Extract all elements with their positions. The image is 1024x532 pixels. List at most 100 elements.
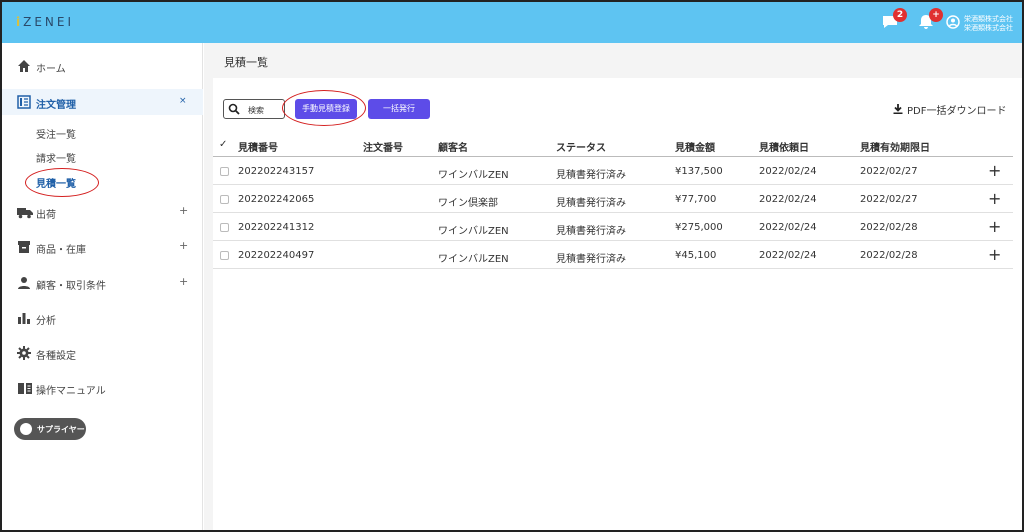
- status: 見積書発行済み: [556, 226, 626, 237]
- sidebar-item-shipping[interactable]: 出荷 +: [2, 199, 203, 225]
- expand-icon[interactable]: +: [179, 239, 188, 252]
- status: 見積書発行済み: [556, 170, 626, 181]
- table-row[interactable]: 202202241312 ワインバルZEN 見積書発行済み ¥275,000 2…: [213, 213, 1013, 241]
- order-icon: [17, 95, 31, 109]
- expiry-date: 2022/02/28: [860, 222, 918, 233]
- customer-name: ワインバルZEN: [438, 254, 509, 265]
- sidebar-item-manual[interactable]: 操作マニュアル: [2, 375, 203, 401]
- quote-number[interactable]: 202202243157: [238, 166, 314, 177]
- row-checkbox[interactable]: [220, 195, 229, 204]
- row-checkbox[interactable]: [220, 251, 229, 260]
- status: 見積書発行済み: [556, 198, 626, 209]
- search-label: 検索: [248, 106, 264, 115]
- quote-list-card: 検索 手動見積登録 一括発行 PDF一括ダウンロード ✓ 見積番号 注文番号 顧…: [213, 78, 1022, 530]
- pdf-bulk-download-link[interactable]: PDF一括ダウンロード: [893, 102, 1006, 117]
- table-row[interactable]: 202202242065 ワイン倶楽部 見積書発行済み ¥77,700 2022…: [213, 185, 1013, 213]
- expand-row-icon[interactable]: +: [988, 189, 1001, 208]
- column-header-expiry-date: 見積有効期限日: [860, 143, 930, 154]
- app-window: iZENEI 2 + 栄酒類株式会社 栄酒類株式会社 ホーム 注文管理 × 受注…: [0, 0, 1024, 532]
- request-date: 2022/02/24: [759, 194, 817, 205]
- main-content: 見積一覧 検索 手動見積登録 一括発行 PDF一括ダウンロード ✓ 見積番号 注…: [204, 43, 1022, 530]
- message-count-badge: 2: [893, 8, 907, 22]
- customer-name: ワインバルZEN: [438, 170, 509, 181]
- search-icon: [228, 103, 240, 115]
- quote-number[interactable]: 202202240497: [238, 250, 314, 261]
- request-date: 2022/02/24: [759, 250, 817, 261]
- sidebar-item-analytics[interactable]: 分析: [2, 305, 203, 331]
- expand-row-icon[interactable]: +: [988, 245, 1001, 264]
- expiry-date: 2022/02/27: [860, 194, 918, 205]
- row-checkbox[interactable]: [220, 223, 229, 232]
- company-line-2: 栄酒類株式会社: [964, 24, 1013, 32]
- sidebar-subitem-quotes[interactable]: 見積一覧: [36, 175, 76, 190]
- sidebar-item-label: 出荷: [36, 210, 56, 221]
- inventory-icon: [17, 240, 31, 254]
- amount: ¥137,500: [675, 166, 723, 177]
- request-date: 2022/02/24: [759, 222, 817, 233]
- expand-icon[interactable]: +: [179, 275, 188, 288]
- sidebar-item-label: ホーム: [36, 64, 66, 75]
- customer-name: ワイン倶楽部: [438, 198, 498, 209]
- supplier-label: サプライヤー: [37, 424, 85, 434]
- top-bar: iZENEI 2 + 栄酒類株式会社 栄酒類株式会社: [2, 2, 1022, 43]
- person-icon: [17, 276, 31, 290]
- gear-icon: [17, 346, 31, 360]
- column-header-status: ステータス: [556, 143, 606, 154]
- expand-row-icon[interactable]: +: [988, 217, 1001, 236]
- quote-number[interactable]: 202202242065: [238, 194, 314, 205]
- download-icon: [893, 104, 903, 117]
- logo[interactable]: iZENEI: [16, 15, 74, 29]
- page-title: 見積一覧: [224, 56, 268, 69]
- collapse-icon[interactable]: ×: [179, 96, 187, 106]
- column-header-request-date: 見積依頼日: [759, 143, 809, 154]
- sidebar-item-order-management[interactable]: 注文管理 ×: [2, 89, 203, 115]
- table-row[interactable]: 202202240497 ワインバルZEN 見積書発行済み ¥45,100 20…: [213, 241, 1013, 269]
- column-header-customer: 顧客名: [438, 143, 468, 154]
- column-header-amount: 見積金額: [675, 143, 715, 154]
- sidebar-subitem-received-orders[interactable]: 受注一覧: [36, 126, 76, 141]
- expiry-date: 2022/02/27: [860, 166, 918, 177]
- company-line-1: 栄酒類株式会社: [964, 15, 1013, 23]
- sidebar-item-label: 各種設定: [36, 351, 76, 362]
- status: 見積書発行済み: [556, 254, 626, 265]
- batch-issue-button[interactable]: 一括発行: [368, 99, 430, 119]
- sidebar-item-label: 分析: [36, 316, 56, 327]
- column-header-order-number: 注文番号: [363, 143, 403, 154]
- sidebar-item-products-inventory[interactable]: 商品・在庫 +: [2, 234, 203, 260]
- table-row[interactable]: 202202243157 ワインバルZEN 見積書発行済み ¥137,500 2…: [213, 157, 1013, 185]
- book-icon: [17, 381, 32, 395]
- company-name: 栄酒類株式会社 栄酒類株式会社: [964, 15, 1013, 33]
- sidebar-subitem-invoices[interactable]: 請求一覧: [36, 150, 76, 165]
- amount: ¥77,700: [675, 194, 717, 205]
- column-header-quote-number: 見積番号: [238, 143, 278, 154]
- sidebar-item-home[interactable]: ホーム: [2, 53, 203, 79]
- pdf-download-label: PDF一括ダウンロード: [907, 106, 1007, 117]
- sidebar-item-label: 顧客・取引条件: [36, 281, 106, 292]
- home-icon: [17, 59, 31, 73]
- truck-icon: [17, 205, 33, 219]
- account-icon[interactable]: [946, 15, 960, 29]
- manual-quote-register-button[interactable]: 手動見積登録: [295, 99, 357, 119]
- select-all-checkmark[interactable]: ✓: [219, 139, 227, 150]
- customer-name: ワインバルZEN: [438, 226, 509, 237]
- amount: ¥45,100: [675, 250, 717, 261]
- bell-icon[interactable]: +: [917, 8, 943, 30]
- supplier-switch-button[interactable]: サプライヤー: [14, 418, 86, 440]
- sidebar-item-label: 注文管理: [36, 100, 76, 111]
- amount: ¥275,000: [675, 222, 723, 233]
- expiry-date: 2022/02/28: [860, 250, 918, 261]
- row-checkbox[interactable]: [220, 167, 229, 176]
- search-button[interactable]: 検索: [223, 99, 285, 119]
- alert-count-badge: +: [929, 8, 943, 22]
- switch-icon: [20, 423, 32, 435]
- expand-row-icon[interactable]: +: [988, 161, 1001, 180]
- chart-icon: [17, 311, 31, 325]
- message-icon[interactable]: 2: [881, 8, 907, 30]
- sidebar-item-customers-terms[interactable]: 顧客・取引条件 +: [2, 270, 203, 296]
- quote-number[interactable]: 202202241312: [238, 222, 314, 233]
- expand-icon[interactable]: +: [179, 204, 188, 217]
- request-date: 2022/02/24: [759, 166, 817, 177]
- sidebar-item-label: 商品・在庫: [36, 245, 86, 256]
- sidebar-item-settings[interactable]: 各種設定: [2, 340, 203, 366]
- sidebar-item-label: 操作マニュアル: [36, 386, 106, 397]
